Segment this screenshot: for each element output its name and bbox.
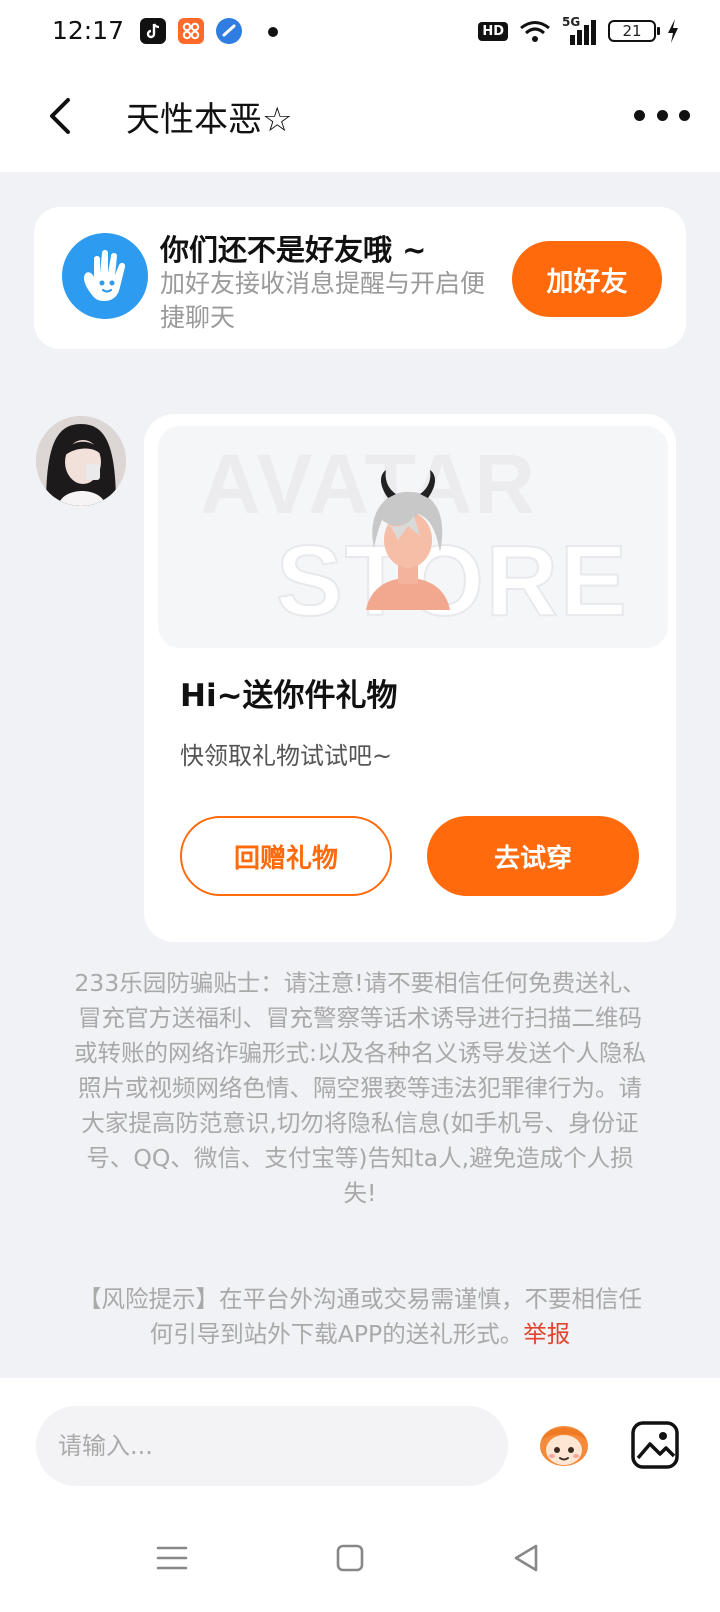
hd-badge: HD [478,21,508,41]
status-bar: 12:17 HD 5G 21 [0,0,720,64]
message-input[interactable] [36,1406,508,1486]
app-icon-orange [178,18,204,44]
add-friend-button[interactable]: 加好友 [512,241,662,317]
return-gift-button[interactable]: 回赠礼物 [180,816,392,896]
signal-5g-icon: 5G [562,15,598,45]
wifi-icon [520,21,550,42]
friend-prompt-title: 你们还不是好友哦 ~ [160,233,427,267]
back-arrow-icon[interactable] [40,94,84,138]
battery-icon: 21 [608,20,660,42]
tiktok-icon [140,18,166,44]
notification-dot-icon [268,27,278,37]
gift-subtext: 快领取礼物试试吧~ [180,742,393,770]
friend-prompt-card: 你们还不是好友哦 ~ 加好友接收消息提醒与开启便捷聊天 加好友 [34,207,686,349]
charging-icon [668,19,678,43]
home-nav-icon[interactable] [330,1538,370,1578]
app-icon-blue [216,18,242,44]
menu-nav-icon[interactable] [152,1538,192,1578]
waving-hand-icon [62,233,148,319]
status-indicators: HD 5G 21 [478,15,680,46]
status-time: 12:17 [52,16,125,45]
more-options-icon[interactable] [634,100,690,130]
bottom-composer [0,1378,720,1612]
image-picker-icon[interactable] [630,1420,680,1470]
back-nav-icon[interactable] [506,1538,546,1578]
chat-header: 天性本恶☆ [0,64,720,172]
avatar-character-image [366,470,450,610]
gift-message-card: AVATAR STORE Hi~送你件礼物 快领取礼物试试吧~ 回赠礼物 去试穿 [144,414,676,942]
sender-avatar[interactable] [36,416,126,506]
chat-title: 天性本恶☆ [126,100,293,140]
risk-notice: 【风险提示】在平台外沟通或交易需谨慎，不要相信任何引导到站外下载APP的送礼形式… [72,1282,648,1352]
report-link[interactable]: 举报 [523,1320,570,1348]
try-on-button[interactable]: 去试穿 [427,816,639,896]
fraud-prevention-notice: 233乐园防骗贴士：请注意!请不要相信任何免费送礼、冒充官方送福利、冒充警察等话… [74,969,646,1207]
avatar-store-banner[interactable]: AVATAR STORE [158,426,668,648]
emoji-sticker-icon[interactable] [536,1414,592,1470]
gift-heading: Hi~送你件礼物 [180,678,398,714]
friend-prompt-subtitle: 加好友接收消息提醒与开启便捷聊天 [160,269,486,332]
